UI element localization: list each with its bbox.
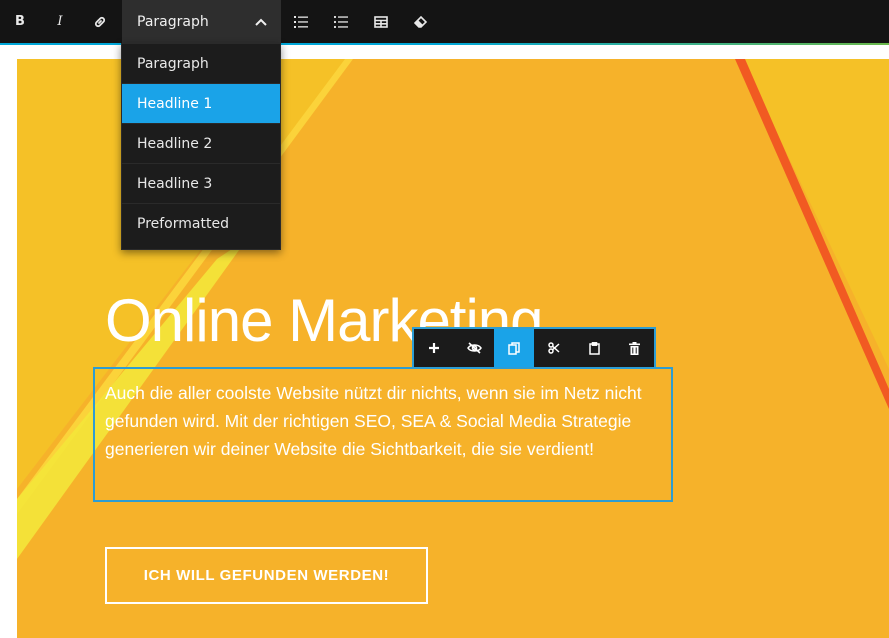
eraser-icon [414,15,428,28]
delete-block-button[interactable] [614,329,654,367]
cut-block-button[interactable] [534,329,574,367]
ordered-list-button[interactable] [281,0,321,43]
format-select-value: Paragraph [137,13,209,30]
block-toolbar [412,327,656,369]
unordered-list-icon [334,15,348,28]
clipboard-icon [588,341,600,355]
link-icon [94,16,106,27]
body-paragraph[interactable]: Auch die aller coolste Website nützt dir… [105,379,660,463]
dropdown-item-headline-3[interactable]: Headline 3 [122,164,280,204]
cta-button[interactable]: ICH WILL GEFUNDEN WERDEN! [105,547,428,604]
ordered-list-icon [294,15,308,28]
trash-icon [628,341,640,355]
unordered-list-button[interactable] [321,0,361,43]
bold-icon: B [15,14,25,29]
table-button[interactable] [361,0,401,43]
copy-icon [508,341,520,355]
editor-toolbar: B I Paragraph [0,0,889,43]
dropdown-item-preformatted[interactable]: Preformatted [122,204,280,244]
copy-block-button[interactable] [494,329,534,367]
plus-icon [429,343,439,353]
bold-button[interactable]: B [0,0,40,43]
table-icon [374,15,388,28]
hide-block-button[interactable] [454,329,494,367]
paste-block-button[interactable] [574,329,614,367]
add-block-button[interactable] [414,329,454,367]
scissors-icon [548,342,560,354]
italic-button[interactable]: I [40,0,80,43]
format-select[interactable]: Paragraph [122,0,281,43]
dropdown-item-paragraph[interactable]: Paragraph [122,44,280,84]
italic-icon: I [57,14,63,29]
chevron-up-icon [255,18,267,26]
dropdown-item-headline-1[interactable]: Headline 1 [122,84,280,124]
format-dropdown: Paragraph Headline 1 Headline 2 Headline… [121,43,281,250]
clear-format-button[interactable] [401,0,441,43]
eye-off-icon [466,342,482,354]
dropdown-item-headline-2[interactable]: Headline 2 [122,124,280,164]
link-button[interactable] [80,0,120,43]
